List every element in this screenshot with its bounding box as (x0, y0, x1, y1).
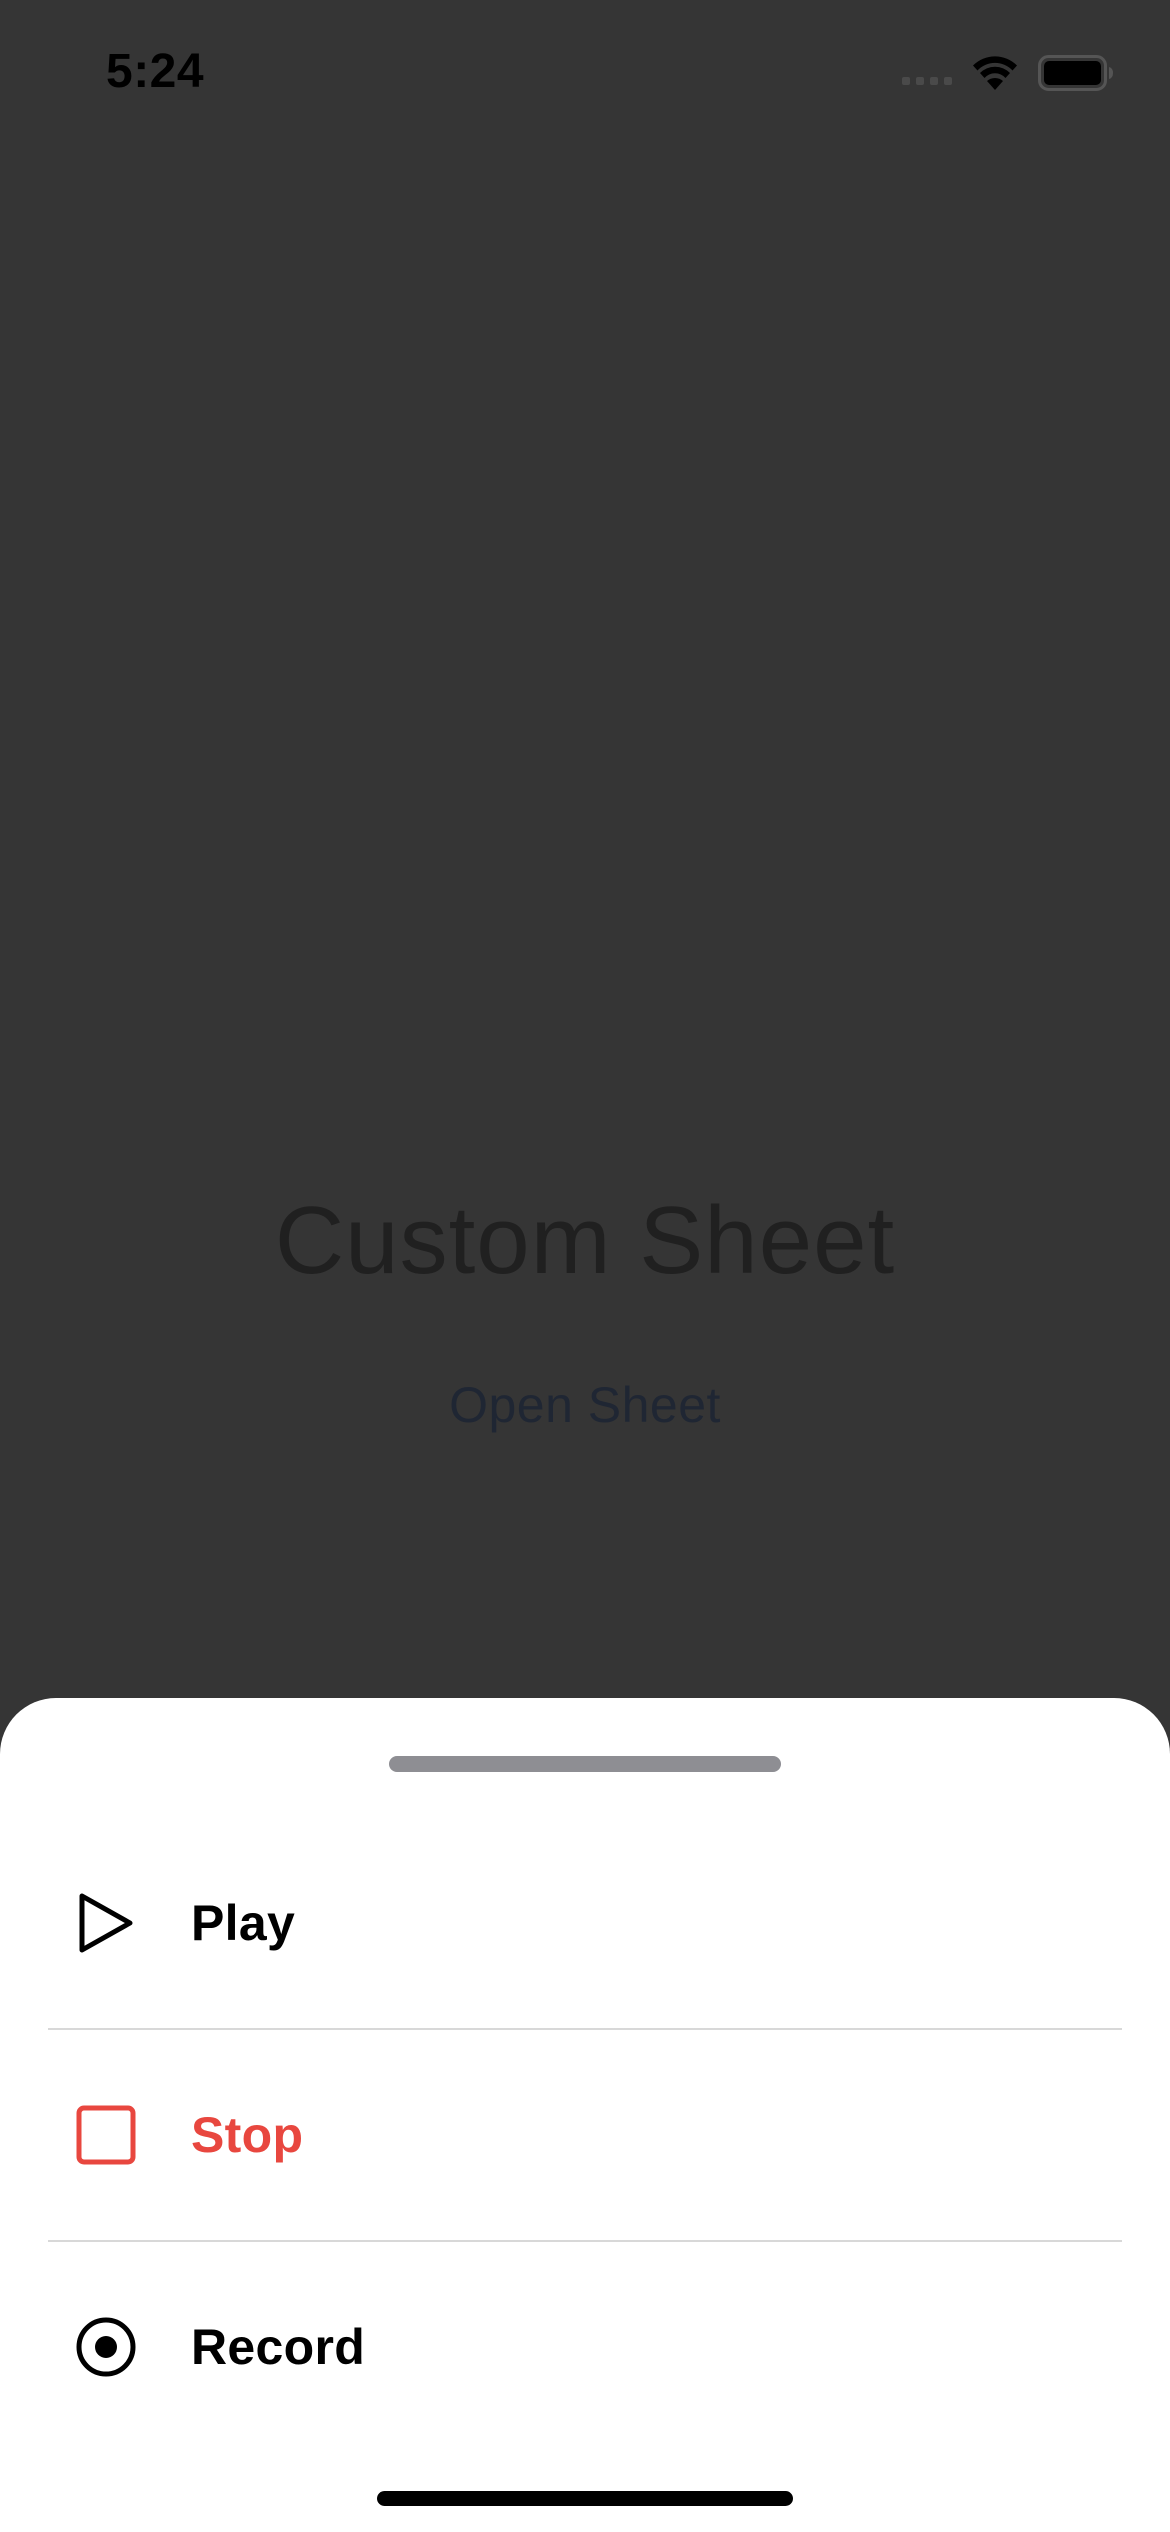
bottom-sheet: Play Stop Record (0, 1698, 1170, 2532)
sheet-action-list: Play Stop Record (48, 1818, 1122, 2452)
app-screen: Custom Sheet Open Sheet 5:24 Play Stop R… (0, 0, 1170, 2532)
open-sheet-button[interactable]: Open Sheet (0, 1376, 1170, 1434)
page-title: Custom Sheet (274, 1187, 896, 1294)
battery-icon (1038, 54, 1114, 96)
record-icon (73, 2314, 139, 2380)
play-action[interactable]: Play (48, 1818, 1122, 2028)
home-indicator[interactable] (377, 2491, 793, 2506)
record-label: Record (191, 2319, 366, 2375)
dimmed-background[interactable]: Custom Sheet Open Sheet (0, 0, 1170, 1698)
stop-action[interactable]: Stop (48, 2028, 1122, 2240)
sheet-grabber[interactable] (389, 1756, 781, 1772)
stop-label: Stop (191, 2107, 304, 2163)
status-bar: 5:24 (0, 0, 1170, 150)
play-label: Play (191, 1895, 296, 1951)
record-action[interactable]: Record (48, 2240, 1122, 2452)
stop-icon (73, 2102, 139, 2168)
wifi-icon (970, 54, 1020, 97)
status-icons (902, 52, 1114, 98)
cellular-signal-icon (902, 65, 952, 85)
status-time: 5:24 (106, 45, 205, 98)
play-icon (73, 1890, 139, 1956)
